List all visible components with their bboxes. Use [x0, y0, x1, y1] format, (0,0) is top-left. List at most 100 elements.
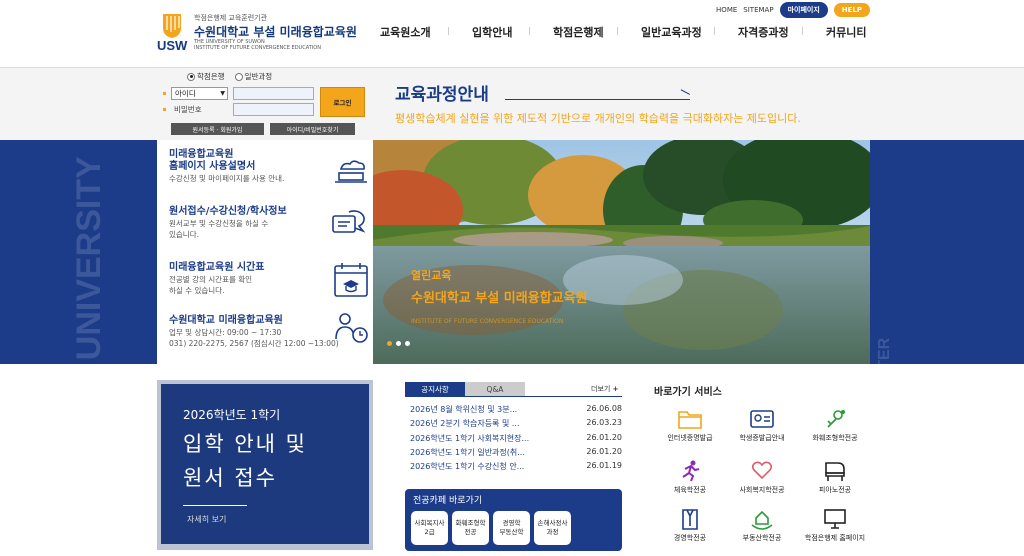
radio-unchecked-icon [234, 72, 243, 81]
service-label: 피아노전공 [818, 486, 852, 494]
major-business-button[interactable]: 경영학 부동산학 [493, 511, 530, 545]
service-label: 인터넷증명발급 [667, 434, 713, 442]
notice-row[interactable]: 2026년 8월 학위신청 및 3분... 26.06.08 [410, 404, 622, 418]
password-input[interactable] [233, 103, 314, 116]
flower-icon [827, 410, 845, 428]
notice-row[interactable]: 2026학년도 1학기 수강신청 안... 26.01.19 [410, 461, 622, 475]
service-label: 부동산학전공 [742, 534, 782, 542]
help-button[interactable]: HELP [833, 3, 870, 17]
nav-community[interactable]: 커뮤니티 [826, 24, 866, 40]
more-label: 더보기 [591, 385, 611, 393]
notice-row[interactable]: 2026학년도 1학기 일반과정(취... 26.01.20 [410, 447, 622, 461]
slide-dot[interactable] [405, 341, 410, 346]
major-cafe-title: 전공카페 바로가기 [413, 496, 483, 506]
service-social-welfare-major[interactable]: 사회복지학전공 [722, 460, 802, 495]
service-realestate-major[interactable]: 부동산학전공 [722, 508, 802, 543]
major-label: 화훼조형학 전공 [455, 519, 486, 536]
quick-link-manual[interactable]: 미래융합교육원 홈페이지 사용설명서 수강신청 및 마이페이지를 사용 안내. [169, 149, 369, 184]
major-label: 손해사정사 과정 [537, 519, 568, 536]
chevron-down-icon: ▼ [220, 90, 225, 97]
service-certificate[interactable]: 인터넷증명발급 [650, 408, 730, 443]
monitor-icon [824, 509, 846, 529]
id-type-select[interactable]: 아이디 ▼ [171, 87, 228, 100]
admission-banner[interactable]: 2026학년도 1학기 입학 안내 및 원서 접수 자세히 보기 [157, 380, 373, 550]
service-label: 사회복지학전공 [739, 486, 785, 494]
service-floral-major[interactable]: 화훼조형학전공 [795, 408, 875, 443]
find-account-button[interactable]: 아이디/비밀번호찾기 [270, 123, 355, 135]
nav-about[interactable]: 교육원소개 [380, 24, 472, 40]
radio-general-label: 일반과정 [244, 72, 273, 81]
notice-title: 2026년 2분기 학습자등록 및 ... [410, 419, 520, 429]
service-pe-major[interactable]: 체육학전공 [650, 460, 730, 495]
logo-english-2: INSTITUTE OF FUTURE CONVERGENCE EDUCATIO… [194, 45, 321, 51]
nav-certificate[interactable]: 자격증과정 [738, 24, 826, 40]
notice-row[interactable]: 2026학년도 1학기 사회복지현장... 26.01.20 [410, 433, 622, 447]
password-label: 비밀번호 [174, 105, 202, 114]
quick-link-contact[interactable]: 수원대학교 미래융합교육원 업무 및 상담시간: 09:00 ~ 17:30 0… [169, 313, 369, 349]
service-credit-bank-site[interactable]: 학점은행제 홈페이지 [795, 508, 875, 543]
nav-divider [448, 27, 449, 35]
notice-title: 2026학년도 1학기 사회복지현장... [410, 433, 530, 443]
intro-underline [505, 99, 690, 100]
notice-list: 2026년 8월 학위신청 및 3분... 26.06.08 2026년 2분기 … [410, 404, 622, 475]
slide-dot[interactable] [396, 341, 401, 346]
nav-general-course[interactable]: 일반교육과정 [641, 24, 738, 40]
course-type-radios: 학점은행 일반과정 [187, 71, 272, 82]
services-title: 바로가기 서비스 [654, 387, 722, 398]
banner-title-line1: 입학 안내 및 [183, 432, 307, 456]
radio-credit-bank[interactable]: 학점은행 [187, 71, 225, 82]
service-business-major[interactable]: 경영학전공 [650, 508, 730, 543]
slide-dot[interactable] [387, 341, 392, 346]
quick-link-application[interactable]: 원서접수/수강신청/학사정보 원서교부 및 수강신청을 하실 수 있습니다. [169, 206, 369, 240]
radio-general-course[interactable]: 일반과정 [234, 71, 273, 82]
bullet-icon [163, 92, 166, 95]
nav-admission[interactable]: 입학안내 [472, 24, 553, 40]
main-slideshow[interactable]: 열린교육 수원대학교 부설 미래융합교육원 INSTITUTE OF FUTUR… [373, 140, 870, 364]
calendar-icon [334, 263, 368, 297]
notice-title: 2026학년도 1학기 일반과정(취... [410, 447, 525, 457]
notice-title: 2026학년도 1학기 수강신청 안... [410, 462, 525, 472]
banner-year: 2026학년도 1학기 [183, 408, 281, 422]
sitemap-link[interactable]: SITEMAP [743, 6, 773, 14]
tab-qna[interactable]: Q&A [465, 382, 525, 396]
notice-more-link[interactable]: 더보기 + [591, 384, 618, 394]
service-piano-major[interactable]: 피아노전공 [795, 460, 875, 495]
logo-usw-text: USW [157, 38, 188, 53]
banner-more-link[interactable]: 자세히 보기 [187, 514, 226, 525]
banner-title-line2: 원서 접수 [183, 466, 277, 490]
campus-pond-photo [373, 140, 870, 364]
notice-title: 2026년 8월 학위신청 및 3분... [410, 405, 518, 414]
home-link[interactable]: HOME [716, 6, 737, 14]
major-adjuster-button[interactable]: 손해사정사 과정 [534, 511, 571, 545]
notice-date: 26.01.20 [586, 446, 622, 456]
id-card-icon [750, 410, 774, 428]
mypage-button[interactable]: 마이페이지 [779, 2, 828, 18]
id-input[interactable] [233, 87, 314, 100]
radio-credit-label: 학점은행 [197, 72, 225, 81]
tab-notice[interactable]: 공지사항 [405, 382, 465, 396]
suit-icon [682, 509, 698, 530]
service-label: 화훼조형학전공 [812, 434, 858, 442]
site-logo[interactable]: USW 학점은행제 교육훈련기관 수원대학교 부설 미래융합교육원 THE UN… [157, 12, 357, 53]
banner-arrow-line [183, 505, 247, 506]
major-social-welfare-button[interactable]: 사회복지사 2급 [411, 511, 448, 545]
logo-title: 수원대학교 부설 미래융합교육원 [194, 25, 357, 39]
quick-links-panel: 미래융합교육원 홈페이지 사용설명서 수강신청 및 마이페이지를 사용 안내. … [157, 140, 373, 364]
heart-hands-icon [751, 461, 773, 480]
major-label: 경영학 부동산학 [499, 519, 524, 536]
intro-description: 평생학습체계 실현을 위한 제도적 기반으로 개개인의 학습력을 극대화하자는 … [395, 112, 801, 125]
person-clock-icon [335, 313, 368, 343]
slide-caption-title: 수원대학교 부설 미래융합교육원 [411, 291, 588, 306]
chat-bubbles-icon [332, 210, 366, 233]
nav-credit-bank[interactable]: 학점은행제 [553, 24, 641, 40]
notice-date: 26.03.23 [586, 418, 622, 428]
main-nav: 교육원소개 입학안내 학점은행제 일반교육과정 자격증과정 커뮤니티 [380, 24, 866, 40]
quick-link-timetable[interactable]: 미래융합교육원 시간표 전공별 강의 시간표를 확인 하실 수 있습니다. [169, 262, 369, 297]
notice-tabs: 공지사항 Q&A [405, 382, 525, 396]
login-button[interactable]: 로그인 [320, 87, 365, 117]
major-cafe-box: 전공카페 바로가기 사회복지사 2급 화훼조형학 전공 경영학 부동산학 손해사정사 과… [405, 489, 622, 551]
register-button[interactable]: 원서등록 · 회원가입 [171, 123, 264, 135]
service-student-id[interactable]: 학생증발급안내 [722, 408, 802, 443]
major-floral-button[interactable]: 화훼조형학 전공 [452, 511, 489, 545]
notice-row[interactable]: 2026년 2분기 학습자등록 및 ... 26.03.23 [410, 418, 622, 432]
